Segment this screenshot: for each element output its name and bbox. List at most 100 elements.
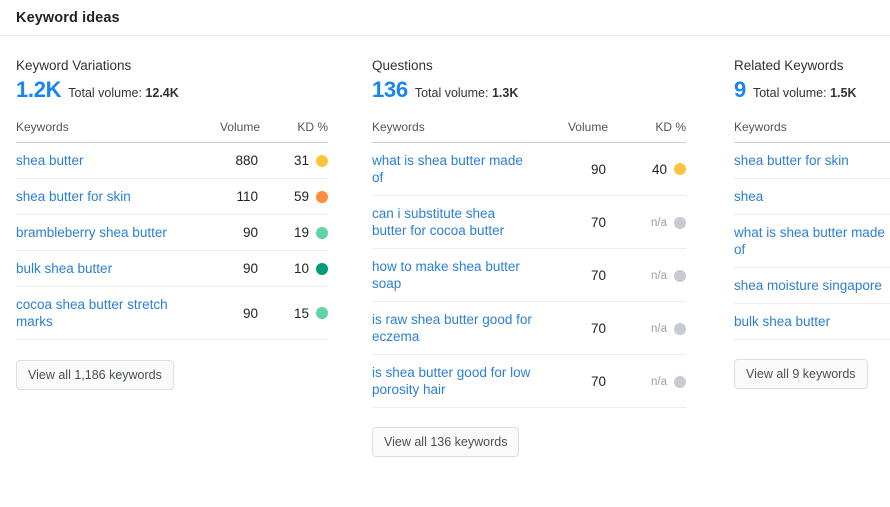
volume-value: 110 xyxy=(198,178,260,215)
kd-cell: 40 xyxy=(608,142,686,196)
kd-dot-icon xyxy=(316,262,328,275)
column-header-volume[interactable]: Volume xyxy=(542,120,608,143)
kd-cell: n/a xyxy=(608,248,686,302)
table-row: cocoa shea butter stretch marks 90 15 xyxy=(16,286,328,340)
column-stat-questions: 136 Total volume: 1.3K xyxy=(372,78,715,102)
volume-value: 70 xyxy=(542,195,608,249)
kd-dot-icon xyxy=(316,226,328,239)
kd-cell: n/a xyxy=(608,301,686,355)
kd-dot-icon xyxy=(316,307,328,319)
keyword-link[interactable]: brambleberry shea butter xyxy=(16,214,198,251)
column-questions: Questions 136 Total volume: 1.3K Keyword… xyxy=(358,36,715,457)
kd-cell: 19 xyxy=(260,214,328,251)
variations-viewall-row: View all 1,186 keywords xyxy=(16,340,358,390)
related-viewall-row: View all 9 keywords xyxy=(734,340,890,389)
table-row: what is shea butter made of xyxy=(734,214,890,268)
keyword-link[interactable]: how to make shea butter soap xyxy=(372,248,542,302)
variations-total-value: 12.4K xyxy=(145,86,179,100)
keyword-link[interactable]: shea xyxy=(734,178,890,215)
table-row: shea butter for skin xyxy=(734,142,890,179)
kd-cell: 15 xyxy=(260,286,328,340)
keyword-link[interactable]: bulk shea butter xyxy=(16,250,198,287)
keyword-link[interactable]: bulk shea butter xyxy=(734,303,890,340)
column-header-keywords[interactable]: Keywords xyxy=(16,120,198,143)
kd-value: n/a xyxy=(651,269,667,282)
page-title: Keyword ideas xyxy=(16,9,120,26)
questions-total-label: Total volume: xyxy=(414,86,489,100)
keyword-link[interactable]: what is shea butter made of xyxy=(734,214,890,268)
column-stat-related: 9 Total volume: 1.5K xyxy=(734,78,890,102)
keyword-link[interactable]: what is shea butter made of xyxy=(372,142,542,196)
related-total-label: Total volume: xyxy=(752,86,827,100)
variations-count: 1.2K xyxy=(16,77,62,102)
variations-total-volume: Total volume: 12.4K xyxy=(68,86,179,100)
column-title-questions: Questions xyxy=(372,58,433,73)
kd-value: 40 xyxy=(651,161,667,177)
keyword-link[interactable]: is raw shea butter good for eczema xyxy=(372,301,542,355)
table-row: what is shea butter made of 90 40 xyxy=(372,142,686,196)
column-title-variations: Keyword Variations xyxy=(16,58,132,73)
table-row: brambleberry shea butter 90 19 xyxy=(16,214,328,251)
questions-viewall-row: View all 136 keywords xyxy=(372,408,715,457)
keyword-link[interactable]: is shea butter good for low porosity hai… xyxy=(372,354,542,408)
column-header-keywords[interactable]: Keywords xyxy=(372,120,542,143)
volume-value: 70 xyxy=(542,248,608,302)
kd-dot-icon xyxy=(674,376,686,388)
table-row: shea butter 880 31 xyxy=(16,142,328,179)
keyword-link[interactable]: cocoa shea butter stretch marks xyxy=(16,286,198,340)
kd-value: 10 xyxy=(293,261,309,276)
volume-value: 880 xyxy=(198,142,260,179)
kd-dot-icon xyxy=(674,163,686,175)
variations-total-label: Total volume: xyxy=(68,86,142,100)
kd-value: 59 xyxy=(293,189,309,204)
kd-dot-icon xyxy=(674,270,686,282)
view-all-related-button[interactable]: View all 9 keywords xyxy=(734,359,868,389)
column-stat-variations: 1.2K Total volume: 12.4K xyxy=(16,78,358,102)
volume-value: 70 xyxy=(542,301,608,355)
kd-value: 31 xyxy=(293,153,309,168)
kd-value: n/a xyxy=(651,216,667,229)
table-row: bulk shea butter 90 10 xyxy=(16,250,328,287)
view-all-variations-button[interactable]: View all 1,186 keywords xyxy=(16,360,174,390)
table-header-row: Keywords Volume KD % xyxy=(16,120,328,143)
kd-cell: 59 xyxy=(260,178,328,215)
kd-value: 15 xyxy=(293,305,309,321)
table-keyword-variations: Keywords Volume KD % shea butter 880 31 xyxy=(16,120,328,340)
kd-dot-icon xyxy=(316,154,328,167)
keyword-link[interactable]: shea butter for skin xyxy=(16,178,198,215)
related-total-volume: Total volume: 1.5K xyxy=(753,86,857,100)
table-row: is raw shea butter good for eczema 70 n/… xyxy=(372,301,686,355)
keyword-ideas-panel: Keyword ideas Keyword Variations 1.2K To… xyxy=(0,0,890,507)
volume-value: 90 xyxy=(198,214,260,251)
column-title-related: Related Keywords xyxy=(734,58,844,73)
table-row: is shea butter good for low porosity hai… xyxy=(372,354,686,408)
kd-value: n/a xyxy=(651,322,667,335)
column-header-keywords[interactable]: Keywords xyxy=(734,120,890,143)
table-questions: Keywords Volume KD % what is shea butter… xyxy=(372,120,686,408)
panel-header: Keyword ideas xyxy=(0,0,890,36)
keyword-link[interactable]: shea butter xyxy=(16,142,198,179)
kd-dot-icon xyxy=(674,217,686,229)
volume-value: 90 xyxy=(198,286,260,340)
keyword-link[interactable]: shea butter for skin xyxy=(734,142,890,179)
questions-total-volume: Total volume: 1.3K xyxy=(415,86,519,100)
column-header-kd[interactable]: KD % xyxy=(608,120,686,143)
questions-count: 136 xyxy=(372,77,408,102)
keyword-link[interactable]: shea moisture singapore xyxy=(734,267,890,304)
keyword-link[interactable]: can i substitute shea butter for cocoa b… xyxy=(372,195,542,249)
kd-cell: 31 xyxy=(260,142,328,179)
view-all-questions-button[interactable]: View all 136 keywords xyxy=(372,427,520,457)
kd-cell: n/a xyxy=(608,195,686,249)
volume-value: 90 xyxy=(542,142,608,196)
questions-total-value: 1.3K xyxy=(491,86,519,100)
column-header-kd[interactable]: KD % xyxy=(260,120,328,143)
column-header-volume[interactable]: Volume xyxy=(198,120,260,143)
table-row: can i substitute shea butter for cocoa b… xyxy=(372,195,686,249)
related-count: 9 xyxy=(734,77,746,102)
kd-dot-icon xyxy=(674,323,686,335)
volume-value: 70 xyxy=(542,354,608,408)
table-header-row: Keywords xyxy=(734,120,890,143)
table-row: shea xyxy=(734,178,890,215)
kd-cell: n/a xyxy=(608,354,686,408)
kd-cell: 10 xyxy=(260,250,328,287)
